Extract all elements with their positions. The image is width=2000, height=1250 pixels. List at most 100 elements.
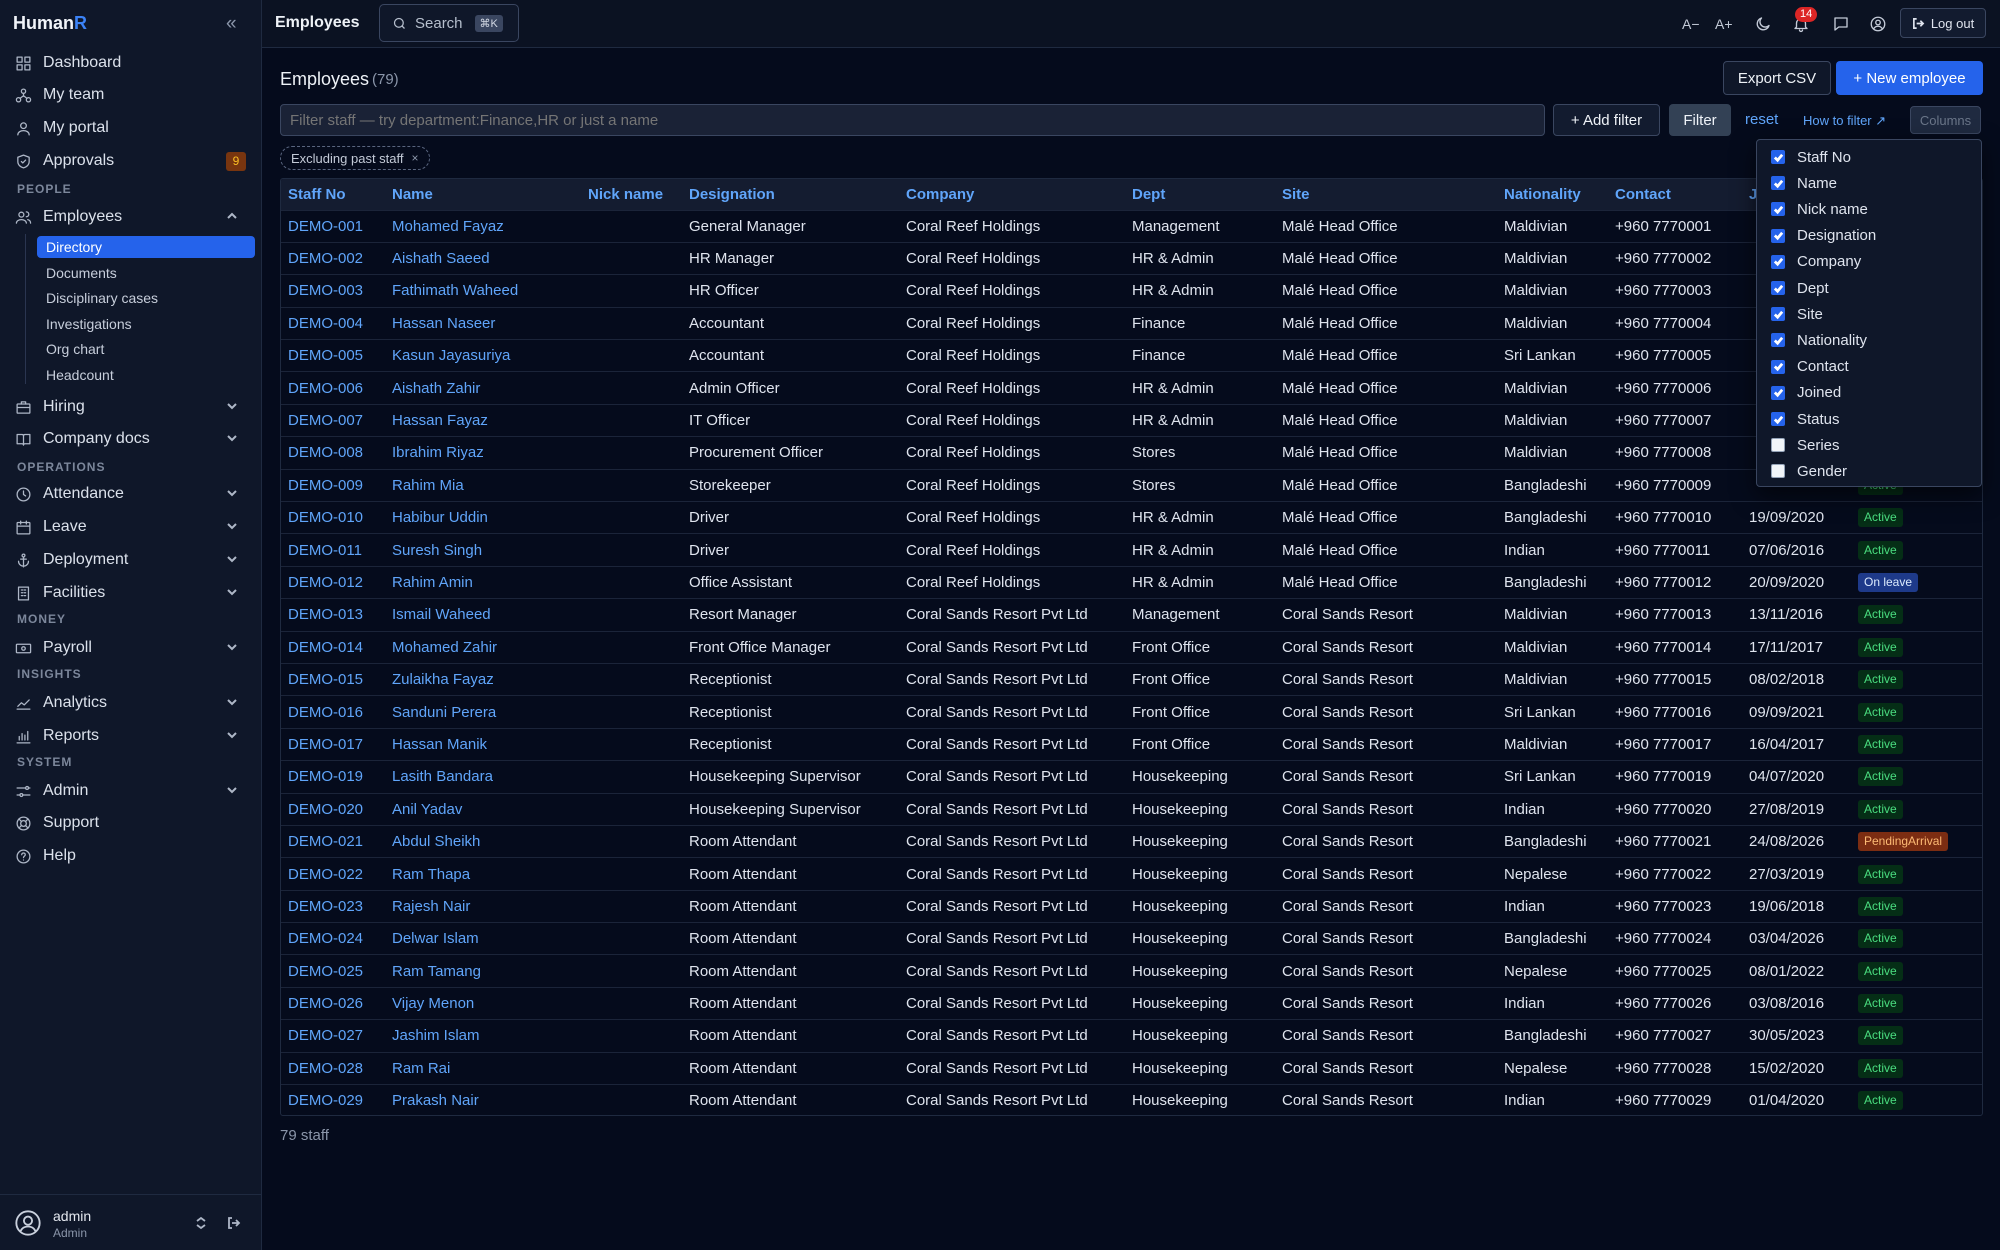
cell-name[interactable]: Suresh Singh [385, 534, 581, 566]
cell-staff-no[interactable]: DEMO-004 [281, 307, 385, 339]
cell-name[interactable]: Delwar Islam [385, 923, 581, 955]
checkbox-checked-icon[interactable] [1771, 228, 1785, 243]
column-header-nationality[interactable]: Nationality [1497, 179, 1608, 210]
cell-staff-no[interactable]: DEMO-012 [281, 566, 385, 598]
table-row[interactable]: DEMO-017 Hassan Manik Receptionist Coral Sa… [281, 728, 1982, 760]
cell-name[interactable]: Prakash Nair [385, 1085, 581, 1115]
table-row[interactable]: DEMO-016 Sanduni Perera Receptionist Coral … [281, 695, 1982, 728]
cell-staff-no[interactable]: DEMO-006 [281, 372, 385, 404]
chevrons-up-down-icon[interactable] [194, 1216, 208, 1230]
cell-name[interactable]: Rajesh Nair [385, 890, 581, 922]
cell-staff-no[interactable]: DEMO-026 [281, 987, 385, 1019]
column-toggle-nationality[interactable]: Nationality [1771, 329, 1867, 351]
cell-name[interactable]: Jashim Islam [385, 1020, 581, 1052]
sidebar-item-approvals[interactable]: Approvals 9 [14, 147, 250, 175]
sidebar-item-employees[interactable]: Employees [14, 203, 250, 231]
account-icon[interactable] [1869, 14, 1887, 34]
column-toggle-nick-name[interactable]: Nick name [1771, 198, 1868, 220]
cell-staff-no[interactable]: DEMO-005 [281, 340, 385, 372]
cell-staff-no[interactable]: DEMO-023 [281, 890, 385, 922]
cell-name[interactable]: Fathimath Waheed [385, 275, 581, 307]
cell-name[interactable]: Hassan Fayaz [385, 404, 581, 436]
checkbox-checked-icon[interactable] [1771, 333, 1785, 348]
sidebar-item-my-portal[interactable]: My portal [14, 114, 250, 142]
columns-button[interactable]: Columns [1910, 106, 1981, 134]
table-row[interactable]: DEMO-001 Mohamed Fayaz General Manager Cora… [281, 210, 1982, 242]
table-row[interactable]: DEMO-009 Rahim Mia Storekeeper Coral Reef H… [281, 469, 1982, 501]
checkbox-checked-icon[interactable] [1771, 385, 1785, 400]
table-row[interactable]: DEMO-003 Fathimath Waheed HR Officer Coral … [281, 274, 1982, 307]
subnav-item-disciplinary[interactable]: Disciplinary cases [37, 287, 255, 309]
cell-staff-no[interactable]: DEMO-021 [281, 825, 385, 857]
reset-link[interactable]: reset [1745, 111, 1778, 128]
checkbox-checked-icon[interactable] [1771, 307, 1785, 322]
app-logo[interactable]: HumanR [13, 13, 87, 34]
cell-staff-no[interactable]: DEMO-022 [281, 858, 385, 890]
sidebar-item-my-team[interactable]: My team [14, 81, 250, 109]
subnav-item-documents[interactable]: Documents [37, 262, 255, 284]
collapse-sidebar-icon[interactable]: « [226, 13, 237, 35]
column-header-designation[interactable]: Designation [682, 179, 899, 210]
cell-staff-no[interactable]: DEMO-002 [281, 242, 385, 274]
cell-name[interactable]: Vijay Menon [385, 987, 581, 1019]
cell-name[interactable]: Ibrahim Riyaz [385, 437, 581, 469]
sidebar-item-dashboard[interactable]: Dashboard [14, 49, 250, 77]
checkbox-checked-icon[interactable] [1771, 281, 1785, 295]
sidebar-item-help[interactable]: Help [14, 842, 250, 870]
column-toggle-status[interactable]: Status [1771, 408, 1840, 430]
sidebar-item-payroll[interactable]: Payroll [14, 634, 250, 662]
font-smaller-button[interactable]: A− [1682, 14, 1700, 34]
table-row[interactable]: DEMO-005 Kasun Jayasuriya Accountant Coral … [281, 339, 1982, 372]
table-row[interactable]: DEMO-029 Prakash Nair Room Attendant Coral … [281, 1084, 1982, 1115]
subnav-item-investigations[interactable]: Investigations [37, 313, 255, 335]
sidebar-item-leave[interactable]: Leave [14, 513, 250, 541]
cell-staff-no[interactable]: DEMO-028 [281, 1052, 385, 1084]
column-toggle-dept[interactable]: Dept [1771, 277, 1829, 299]
table-row[interactable]: DEMO-007 Hassan Fayaz IT Officer Coral Reef… [281, 404, 1982, 436]
cell-staff-no[interactable]: DEMO-003 [281, 275, 385, 307]
table-row[interactable]: DEMO-024 Delwar Islam Room Attendant Coral … [281, 922, 1982, 955]
column-toggle-gender[interactable]: Gender [1771, 460, 1847, 482]
cell-name[interactable]: Mohamed Zahir [385, 631, 581, 663]
cell-staff-no[interactable]: DEMO-009 [281, 469, 385, 501]
cell-name[interactable]: Hassan Naseer [385, 307, 581, 339]
table-row[interactable]: DEMO-011 Suresh Singh Driver Coral Reef Hol… [281, 533, 1982, 566]
cell-staff-no[interactable]: DEMO-013 [281, 599, 385, 631]
filter-button[interactable]: Filter [1669, 104, 1731, 136]
cell-name[interactable]: Aishath Saeed [385, 242, 581, 274]
column-toggle-site[interactable]: Site [1771, 303, 1823, 325]
cell-staff-no[interactable]: DEMO-029 [281, 1085, 385, 1115]
checkbox-checked-icon[interactable] [1771, 202, 1785, 217]
table-row[interactable]: DEMO-028 Ram Rai Room Attendant Coral Sands… [281, 1052, 1982, 1084]
cell-name[interactable]: Abdul Sheikh [385, 825, 581, 857]
cell-name[interactable]: Sanduni Perera [385, 696, 581, 728]
cell-staff-no[interactable]: DEMO-027 [281, 1020, 385, 1052]
table-row[interactable]: DEMO-025 Ram Tamang Room Attendant Coral Sa… [281, 954, 1982, 987]
cell-staff-no[interactable]: DEMO-008 [281, 437, 385, 469]
cell-name[interactable]: Kasun Jayasuriya [385, 340, 581, 372]
sidebar-item-analytics[interactable]: Analytics [14, 689, 250, 717]
cell-staff-no[interactable]: DEMO-024 [281, 923, 385, 955]
cell-name[interactable]: Zulaikha Fayaz [385, 663, 581, 695]
checkbox-unchecked-icon[interactable] [1771, 438, 1785, 453]
cell-staff-no[interactable]: DEMO-025 [281, 955, 385, 987]
cell-name[interactable]: Ram Tamang [385, 955, 581, 987]
cell-staff-no[interactable]: DEMO-020 [281, 793, 385, 825]
column-toggle-company[interactable]: Company [1771, 251, 1861, 273]
checkbox-checked-icon[interactable] [1771, 412, 1785, 426]
table-row[interactable]: DEMO-021 Abdul Sheikh Room Attendant Coral … [281, 825, 1982, 857]
column-toggle-series[interactable]: Series [1771, 434, 1840, 456]
table-row[interactable]: DEMO-015 Zulaikha Fayaz Receptionist Coral … [281, 663, 1982, 695]
column-header-dept[interactable]: Dept [1125, 179, 1275, 210]
table-row[interactable]: DEMO-026 Vijay Menon Room Attendant Coral S… [281, 987, 1982, 1019]
checkbox-unchecked-icon[interactable] [1771, 464, 1785, 479]
logout-button[interactable]: Log out [1900, 8, 1986, 38]
cell-name[interactable]: Hassan Manik [385, 728, 581, 760]
cell-name[interactable]: Aishath Zahir [385, 372, 581, 404]
column-toggle-contact[interactable]: Contact [1771, 356, 1849, 378]
cell-staff-no[interactable]: DEMO-015 [281, 663, 385, 695]
sidebar-item-deployment[interactable]: Deployment [14, 546, 250, 574]
table-row[interactable]: DEMO-023 Rajesh Nair Room Attendant Coral S… [281, 890, 1982, 922]
cell-name[interactable]: Ram Thapa [385, 858, 581, 890]
cell-staff-no[interactable]: DEMO-010 [281, 502, 385, 534]
